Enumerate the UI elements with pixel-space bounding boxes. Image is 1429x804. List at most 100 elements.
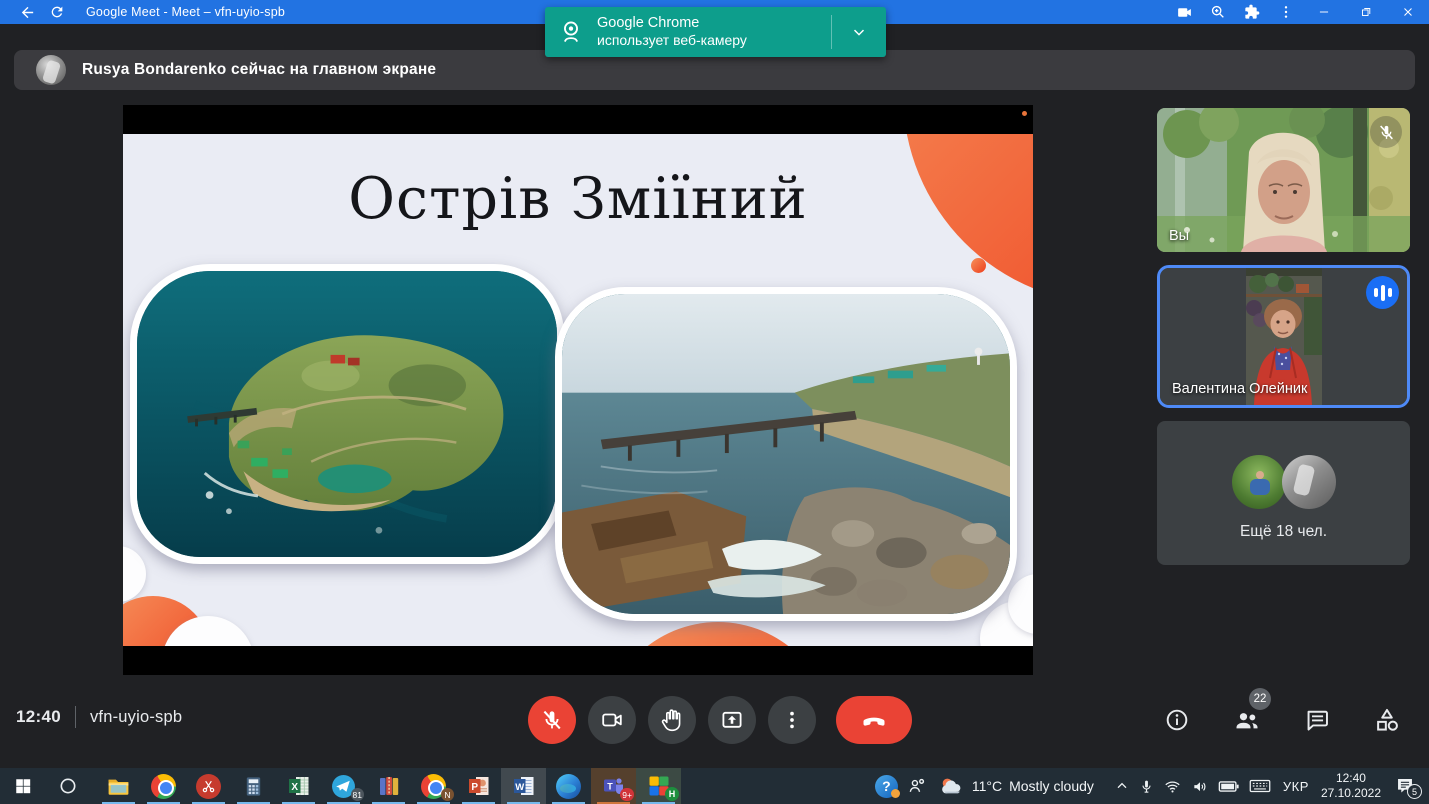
participant-name-label: Вы [1169, 228, 1189, 244]
taskbar-telegram[interactable]: 81 [321, 768, 366, 804]
camera-in-use-icon[interactable] [1167, 0, 1201, 24]
close-button[interactable] [1387, 0, 1429, 24]
meeting-clock: 12:40 [16, 707, 61, 727]
taskbar-file-explorer[interactable] [96, 768, 141, 804]
minimize-button[interactable] [1303, 0, 1345, 24]
shared-screen-stage: Острів Зміїний [123, 105, 1033, 675]
taskbar-winrar[interactable] [366, 768, 411, 804]
taskbar-teams[interactable]: T 9+ [591, 768, 636, 804]
zoom-icon[interactable] [1201, 0, 1235, 24]
weather-cloud-icon [939, 775, 965, 797]
tile-self-video[interactable]: Вы [1157, 108, 1410, 252]
self-muted-mic-icon [1370, 116, 1402, 148]
teams-notification-badge: 9+ [620, 788, 634, 801]
info-divider [75, 706, 76, 728]
titlebar-actions [1167, 0, 1429, 24]
call-controls [528, 696, 912, 744]
volume-tray-icon[interactable] [1191, 778, 1209, 795]
chat-icon [1304, 707, 1330, 733]
browser-menu-icon[interactable] [1269, 0, 1303, 24]
taskbar-calculator[interactable] [231, 768, 276, 804]
taskbar-chrome[interactable] [141, 768, 186, 804]
meeting-panels: 22 [1157, 700, 1407, 740]
participant-count-badge: 22 [1249, 688, 1271, 710]
chrome-icon [151, 774, 176, 799]
chat-button[interactable] [1297, 700, 1337, 740]
system-tray: ? 11°C Mostly cloudy [866, 768, 1429, 804]
participant-name-label: Валентина Олейник [1172, 381, 1307, 397]
raise-hand-button[interactable] [648, 696, 696, 744]
slide-white-circle-left [123, 546, 146, 602]
wifi-tray-icon[interactable] [1163, 778, 1182, 795]
extensions-icon[interactable] [1235, 0, 1269, 24]
taskbar-weather[interactable]: 11°C Mostly cloudy [939, 775, 1094, 797]
recording-dot [1022, 111, 1027, 116]
meeting-details-button[interactable] [1157, 700, 1197, 740]
taskbar-clock[interactable]: 12:40 27.10.2022 [1321, 771, 1381, 801]
taskbar-excel[interactable]: X [276, 768, 321, 804]
slide-title: Острів Зміїний [123, 166, 1033, 232]
notification-app-name: Google Chrome [597, 15, 831, 32]
tile-active-speaker[interactable]: Валентина Олейник [1157, 265, 1410, 408]
help-tray-icon[interactable]: ? [875, 775, 898, 798]
webcam-notification[interactable]: Google Chrome использует веб-камеру [545, 7, 886, 57]
activities-button[interactable] [1367, 700, 1407, 740]
windows-taskbar: X 81 N [0, 768, 1429, 804]
battery-tray-icon[interactable] [1218, 779, 1240, 794]
language-indicator[interactable]: УКР [1283, 779, 1309, 794]
meeting-code: vfn-uyio-spb [90, 708, 182, 727]
restore-button[interactable] [1345, 0, 1387, 24]
taskbar-meet[interactable]: H [636, 768, 681, 804]
people-icon [1233, 706, 1261, 734]
mic-toggle-button[interactable] [528, 696, 576, 744]
chrome-profile-badge: N [441, 788, 454, 801]
presentation-slide: Острів Зміїний [123, 134, 1033, 646]
cortana-button[interactable] [45, 768, 90, 804]
call-end-icon [860, 706, 888, 734]
svg-text:P: P [471, 782, 478, 793]
slide-orange-circle-bottomcenter [603, 622, 833, 646]
people-tray-icon[interactable] [907, 776, 927, 796]
screen: Google Meet - Meet – vfn-uyio-spb [0, 0, 1429, 804]
start-button[interactable] [0, 768, 45, 804]
touch-keyboard-tray-icon[interactable] [1249, 778, 1271, 794]
more-participants-label: Ещё 18 чел. [1240, 523, 1327, 541]
taskbar-snipping-tool[interactable] [186, 768, 231, 804]
tile-more-participants[interactable]: Ещё 18 чел. [1157, 421, 1410, 565]
svg-text:X: X [291, 782, 298, 793]
taskbar-powerpoint[interactable]: P [456, 768, 501, 804]
mic-tray-icon[interactable] [1139, 778, 1154, 795]
slide-orange-dot [971, 258, 986, 273]
svg-text:T: T [607, 781, 613, 791]
clock-time: 12:40 [1321, 771, 1381, 786]
taskbar-edge[interactable] [546, 768, 591, 804]
more-options-button[interactable] [768, 696, 816, 744]
refresh-icon[interactable] [42, 0, 72, 24]
excel-icon: X [287, 774, 311, 798]
clock-date: 27.10.2022 [1321, 786, 1381, 801]
presenter-avatar [36, 55, 66, 85]
more-options-icon [781, 709, 803, 731]
meet-account-badge: H [665, 787, 679, 801]
leave-call-button[interactable] [836, 696, 912, 744]
action-center-badge: 5 [1407, 784, 1422, 799]
powerpoint-icon: P [467, 774, 491, 798]
winrar-icon [377, 774, 401, 798]
hidden-icons-chevron[interactable] [1114, 778, 1130, 794]
meeting-info: 12:40 vfn-uyio-spb [16, 706, 182, 728]
back-icon[interactable] [12, 0, 42, 24]
speaking-indicator-icon [1366, 276, 1399, 309]
present-screen-icon [720, 708, 744, 732]
presenter-banner-text: Rusya Bondarenko сейчас на главном экран… [82, 61, 436, 79]
show-participants-button[interactable]: 22 [1227, 700, 1267, 740]
word-icon: W [512, 774, 536, 798]
participant-avatar [1232, 455, 1286, 509]
taskbar-chrome-profile[interactable]: N [411, 768, 456, 804]
notification-expand-button[interactable] [832, 7, 886, 57]
taskbar-word[interactable]: W [501, 768, 546, 804]
camera-toggle-button[interactable] [588, 696, 636, 744]
present-screen-button[interactable] [708, 696, 756, 744]
action-center-button[interactable]: 5 [1395, 777, 1415, 795]
window-title: Google Meet - Meet – vfn-uyio-spb [86, 5, 285, 19]
calculator-icon [242, 775, 265, 798]
